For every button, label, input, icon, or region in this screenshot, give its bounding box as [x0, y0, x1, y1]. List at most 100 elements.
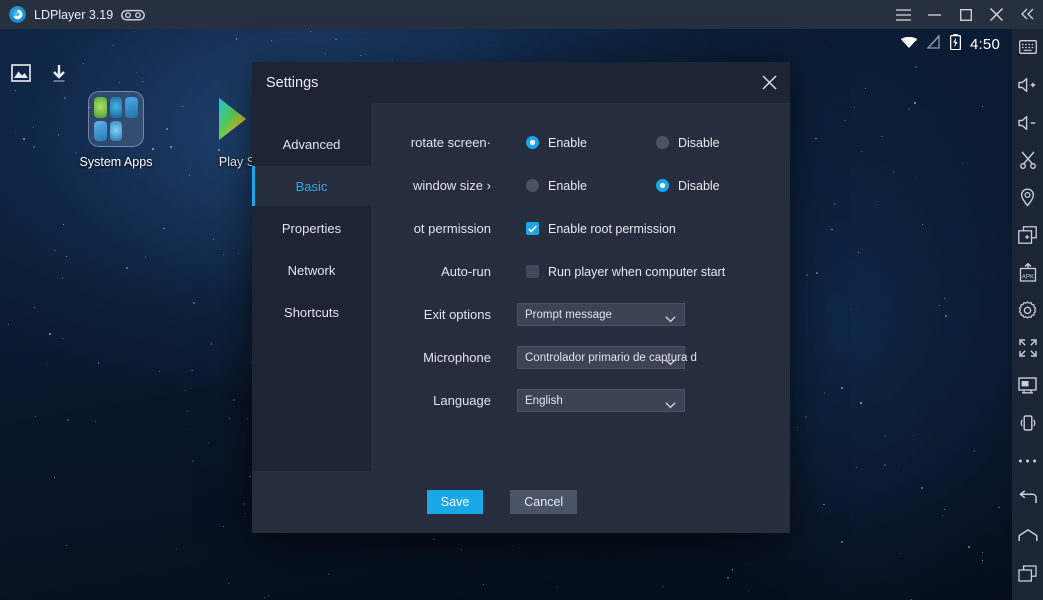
window-title: LDPlayer 3.19: [34, 8, 113, 22]
gear-icon[interactable]: [1012, 292, 1043, 330]
row-label: Microphone: [371, 350, 491, 365]
rotate-screen-disable-radio[interactable]: Disable: [647, 136, 720, 150]
select-value: Controlador primario de captura d: [518, 352, 697, 364]
row-label: ·rotate screen: [371, 135, 491, 150]
row-exit-options: Exit options Prompt message: [371, 293, 790, 336]
radio-label: Disable: [678, 179, 720, 193]
checkbox-indicator: [526, 265, 539, 278]
radio-indicator: [526, 179, 539, 192]
radio-label: Enable: [548, 179, 587, 193]
row-label: ot permission: [371, 221, 491, 236]
dialog-title: Settings: [266, 75, 318, 91]
row-label: Language: [371, 393, 491, 408]
signal-off-icon: [927, 35, 941, 54]
row-rotate-screen: ·rotate screen Enable Disable: [371, 121, 790, 164]
radio-indicator: [656, 136, 669, 149]
row-auto-run: Auto-run Run player when computer start: [371, 250, 790, 293]
mini-icon: [110, 121, 123, 142]
radio-indicator: [526, 136, 539, 149]
recents-icon[interactable]: [1012, 555, 1043, 593]
row-label: ‹ window size: [371, 178, 491, 193]
volume-up-icon[interactable]: [1012, 66, 1043, 104]
exit-options-control: Prompt message: [517, 303, 685, 326]
location-icon[interactable]: [1012, 179, 1043, 217]
sidebar-item-label: Shortcuts: [284, 305, 339, 320]
title-bar: LDPlayer 3.19: [0, 0, 1012, 29]
row-window-size: ‹ window size Enable Disable: [371, 164, 790, 207]
wifi-icon: [900, 35, 918, 54]
system-apps-folder[interactable]: System Apps: [61, 91, 171, 169]
rotate-device-icon[interactable]: [1012, 404, 1043, 442]
sidebar-item-shortcuts[interactable]: Shortcuts: [252, 292, 371, 332]
mini-icon: [94, 97, 107, 118]
desktop-icon-label: System Apps: [61, 155, 171, 169]
dialog-sidebar: Advanced Basic Properties Network Shortc…: [252, 103, 371, 471]
home-icon[interactable]: [1012, 517, 1043, 555]
window-size-enable-radio[interactable]: Enable: [517, 179, 587, 193]
sidebar-item-basic[interactable]: Basic: [252, 166, 371, 206]
sidebar-item-label: Network: [288, 263, 336, 278]
close-icon[interactable]: [981, 0, 1012, 29]
radio-label: Enable: [548, 136, 587, 150]
row-language: Language English: [371, 379, 790, 422]
window-size-radio-group: Enable Disable: [517, 179, 720, 193]
window-size-disable-radio[interactable]: Disable: [647, 179, 720, 193]
auto-run-control: Run player when computer start: [517, 265, 725, 279]
more-icon[interactable]: [1012, 442, 1043, 480]
select-value: English: [518, 395, 563, 407]
display-icon[interactable]: [1012, 367, 1043, 405]
side-toolbar: APK: [1012, 0, 1043, 600]
fullscreen-icon[interactable]: [1012, 329, 1043, 367]
chevron-down-icon: [665, 396, 676, 414]
microphone-control: Controlador primario de captura d: [517, 346, 685, 369]
keyboard-icon[interactable]: [1012, 29, 1043, 67]
row-root-permission: ot permission Enable root permission: [371, 207, 790, 250]
mini-icon: [110, 97, 123, 118]
multi-instance-icon[interactable]: [1012, 216, 1043, 254]
root-permission-control: Enable root permission: [517, 222, 676, 236]
root-permission-checkbox[interactable]: Enable root permission: [517, 222, 676, 236]
sidebar-item-advanced[interactable]: Advanced: [252, 124, 371, 164]
dialog-body: Advanced Basic Properties Network Shortc…: [252, 103, 790, 471]
sidebar-item-label: Basic: [296, 179, 328, 194]
apk-install-icon[interactable]: APK: [1012, 254, 1043, 292]
auto-run-checkbox[interactable]: Run player when computer start: [517, 265, 725, 279]
checkbox-label: Run player when computer start: [548, 265, 725, 279]
hamburger-menu-icon[interactable]: [888, 0, 919, 29]
radio-indicator: [656, 179, 669, 192]
dialog-panel: ·rotate screen Enable Disable: [371, 103, 790, 471]
folder-preview: [88, 91, 144, 147]
language-select[interactable]: English: [517, 389, 685, 412]
back-icon[interactable]: [1012, 479, 1043, 517]
checkbox-indicator: [526, 222, 539, 235]
sidebar-item-label: Properties: [282, 221, 341, 236]
sidebar-item-properties[interactable]: Properties: [252, 208, 371, 248]
android-status-bar: 4:50: [900, 29, 1012, 59]
sidebar-item-label: Advanced: [283, 137, 341, 152]
collapse-left-icon[interactable]: [1012, 0, 1043, 29]
minimize-icon[interactable]: [919, 0, 950, 29]
settings-dialog: Settings Advanced Basic Properties Netwo…: [252, 62, 790, 533]
radio-label: Disable: [678, 136, 720, 150]
row-microphone: Microphone Controlador primario de captu…: [371, 336, 790, 379]
window-controls: [888, 0, 1012, 29]
maximize-icon[interactable]: [950, 0, 981, 29]
row-label: Auto-run: [371, 264, 491, 279]
cancel-button[interactable]: Cancel: [510, 490, 577, 514]
microphone-select[interactable]: Controlador primario de captura d: [517, 346, 685, 369]
checkbox-label: Enable root permission: [548, 222, 676, 236]
select-value: Prompt message: [518, 309, 612, 321]
rotate-screen-enable-radio[interactable]: Enable: [517, 136, 587, 150]
close-icon[interactable]: [748, 62, 790, 103]
gamepad-icon[interactable]: [121, 8, 145, 22]
android-quick-icons: [10, 62, 70, 84]
volume-down-icon[interactable]: [1012, 104, 1043, 142]
download-icon[interactable]: [48, 62, 70, 84]
save-button[interactable]: Save: [427, 490, 484, 514]
ldplayer-logo-icon: [9, 6, 26, 23]
gallery-icon[interactable]: [10, 62, 32, 84]
mini-icon: [125, 97, 138, 118]
sidebar-item-network[interactable]: Network: [252, 250, 371, 290]
exit-options-select[interactable]: Prompt message: [517, 303, 685, 326]
scissors-icon[interactable]: [1012, 141, 1043, 179]
